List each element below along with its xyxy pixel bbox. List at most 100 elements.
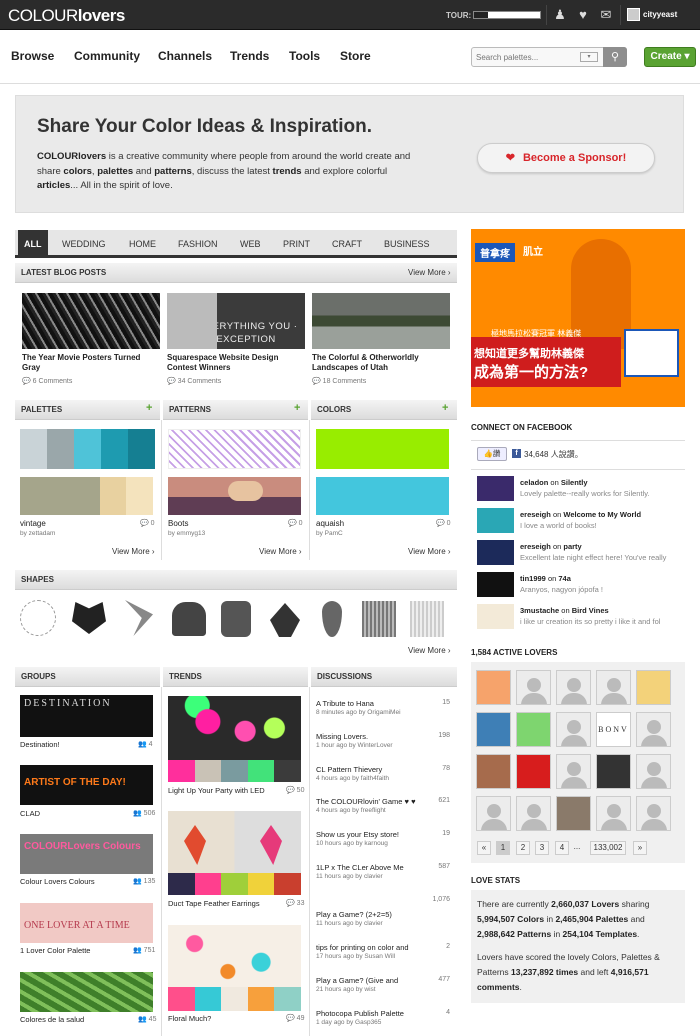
lover-avatar[interactable] — [596, 754, 631, 789]
comment-target[interactable]: Welcome to My World — [563, 510, 641, 519]
shape-thumb[interactable] — [410, 601, 444, 637]
comment-user[interactable]: ereseigh — [520, 510, 551, 519]
comment-thumbnail[interactable] — [477, 508, 514, 533]
search-input[interactable] — [476, 50, 576, 64]
palette-author[interactable]: by zettadam — [20, 530, 55, 537]
comment-target[interactable]: Bird Vines — [572, 606, 609, 615]
lover-avatar[interactable] — [636, 712, 671, 747]
comment-user[interactable]: ereseigh — [520, 542, 551, 551]
nav-browse[interactable]: Browse — [11, 49, 54, 63]
add-palette-icon[interactable]: + — [146, 402, 152, 414]
colors-view-more[interactable]: View More › — [408, 547, 451, 556]
lover-avatar[interactable] — [476, 796, 511, 831]
lover-avatar[interactable] — [516, 712, 551, 747]
group-name[interactable]: CLAD — [20, 809, 40, 818]
group-banner[interactable]: DESTINATION — [20, 695, 153, 737]
tab-all[interactable]: ALL — [18, 230, 48, 258]
group-name[interactable]: 1 Lover Color Palette — [20, 946, 90, 955]
patterns-view-more[interactable]: View More › — [259, 547, 302, 556]
facebook-like-button[interactable]: 👍讚 — [477, 447, 507, 461]
nav-community[interactable]: Community — [74, 49, 140, 63]
lover-avatar[interactable] — [596, 670, 631, 705]
site-logo[interactable]: COLOURlovers — [8, 6, 125, 26]
trend-name[interactable]: Floral Much? — [168, 1014, 211, 1023]
add-pattern-icon[interactable]: + — [294, 402, 300, 414]
page-button[interactable]: » — [633, 841, 647, 855]
lover-avatar[interactable] — [636, 754, 671, 789]
shapes-view-more[interactable]: View More › — [408, 646, 451, 655]
mail-icon[interactable]: ✉ — [598, 7, 614, 23]
lover-avatar[interactable] — [556, 670, 591, 705]
color-author[interactable]: by PamC — [316, 530, 343, 537]
create-button[interactable]: Create ▾ — [644, 47, 696, 67]
discussion-title[interactable]: Play a Game? (Give and — [316, 976, 398, 985]
nav-store[interactable]: Store — [340, 49, 371, 63]
shape-thumb[interactable] — [172, 602, 206, 636]
shape-thumb[interactable] — [125, 600, 153, 636]
blog-post-title[interactable]: The Year Movie Posters Turned Gray — [22, 353, 157, 373]
tab-craft[interactable]: CRAFT — [326, 230, 368, 258]
tab-home[interactable]: HOME — [123, 230, 162, 258]
discussion-title[interactable]: tips for printing on color and — [316, 943, 409, 952]
lover-avatar[interactable] — [556, 754, 591, 789]
discussion-title[interactable]: Play a Game? (2+2=5) — [316, 910, 392, 919]
page-button[interactable]: « — [477, 841, 491, 855]
discussion-title[interactable]: A Tribute to Hana — [316, 699, 374, 708]
lover-avatar[interactable] — [476, 670, 511, 705]
shape-thumb[interactable] — [270, 603, 300, 637]
search-button[interactable]: ⚲ — [603, 47, 627, 67]
user-icon[interactable]: ♟ — [552, 7, 568, 23]
trend-image[interactable] — [168, 696, 301, 760]
palette-name[interactable]: vintage — [20, 519, 46, 528]
tab-print[interactable]: PRINT — [277, 230, 316, 258]
advertisement[interactable]: 普拿疼 肌立 極地馬拉松賽冠軍 林義傑 想知道更多幫助林義傑 成為第一的方法? — [471, 229, 685, 407]
discussion-title[interactable]: Missing Lovers. — [316, 732, 368, 741]
comment-header[interactable]: tin1999 on 74a — [520, 574, 571, 583]
trend-name[interactable]: Duct Tape Feather Earrings — [168, 899, 260, 908]
nav-channels[interactable]: Channels — [158, 49, 212, 63]
trend-image[interactable] — [168, 925, 301, 987]
comment-header[interactable]: ereseigh on Welcome to My World — [520, 510, 641, 519]
shape-thumb[interactable] — [322, 601, 342, 637]
pattern-swatch[interactable] — [168, 477, 301, 515]
blog-post-title[interactable]: Squarespace Website Design Contest Winne… — [167, 353, 302, 373]
shape-thumb[interactable] — [362, 601, 396, 637]
comment-header[interactable]: 3mustache on Bird Vines — [520, 606, 609, 615]
lover-avatar[interactable] — [636, 796, 671, 831]
discussion-title[interactable]: 1LP x The CLer Above Me — [316, 863, 404, 872]
lover-avatar[interactable] — [516, 670, 551, 705]
palette-swatch[interactable] — [20, 477, 153, 515]
lover-avatar[interactable] — [636, 670, 671, 705]
page-button[interactable]: 1 — [496, 841, 510, 855]
group-name[interactable]: Destination! — [20, 740, 60, 749]
tab-web[interactable]: WEB — [234, 230, 267, 258]
discussion-title[interactable]: The COLOURlovin' Game ♥ ♥ — [316, 797, 416, 806]
pattern-name[interactable]: Boots — [168, 519, 188, 528]
trend-name[interactable]: Light Up Your Party with LED — [168, 786, 265, 795]
nav-trends[interactable]: Trends — [230, 49, 269, 63]
group-banner[interactable]: ONE LOVER AT A TIME — [20, 903, 153, 943]
comment-target[interactable]: Silently — [561, 478, 588, 487]
page-button[interactable]: 133,002 — [590, 841, 626, 855]
lover-avatar[interactable] — [516, 754, 551, 789]
blog-thumb-squarespace[interactable]: EVERYTHING YOU · AN EXCEPTION — [167, 293, 305, 349]
page-button[interactable]: ... — [570, 841, 584, 855]
lover-avatar[interactable] — [556, 796, 591, 831]
discussion-title[interactable]: Show us your Etsy store! — [316, 830, 399, 839]
tab-business[interactable]: BUSINESS — [378, 230, 436, 258]
shape-thumb[interactable] — [72, 602, 106, 634]
trend-image[interactable] — [168, 811, 301, 873]
shape-thumb[interactable] — [221, 601, 251, 637]
lover-avatar[interactable]: BONV — [596, 712, 631, 747]
lover-avatar[interactable] — [476, 712, 511, 747]
discussion-title[interactable]: CL Pattern Thievery — [316, 765, 382, 774]
discussion-title[interactable]: Photocopa Publish Palette — [316, 1009, 404, 1018]
page-button[interactable]: 4 — [555, 841, 569, 855]
blog-thumb-utah[interactable] — [312, 293, 450, 349]
comment-user[interactable]: 3mustache — [520, 606, 559, 615]
comment-user[interactable]: celadon — [520, 478, 548, 487]
comment-target[interactable]: party — [563, 542, 581, 551]
comment-header[interactable]: ereseigh on party — [520, 542, 582, 551]
add-color-icon[interactable]: + — [442, 402, 448, 414]
page-button[interactable]: 3 — [535, 841, 549, 855]
